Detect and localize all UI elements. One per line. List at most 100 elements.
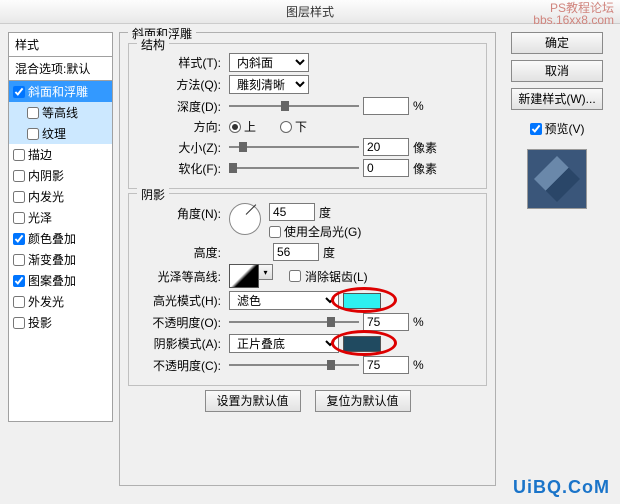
altitude-label: 高度: — [137, 244, 225, 261]
style-pattern-overlay[interactable]: 图案叠加 — [9, 270, 112, 291]
style-select[interactable]: 内斜面 — [229, 53, 309, 72]
checkbox-color-overlay[interactable] — [13, 233, 25, 245]
set-default-button[interactable]: 设置为默认值 — [205, 390, 301, 412]
method-select[interactable]: 雕刻清晰 — [229, 75, 309, 94]
antialias-checkbox[interactable] — [289, 270, 301, 282]
dialog-body: 样式 混合选项:默认 斜面和浮雕 等高线 纹理 描边 内阴影 — [0, 24, 620, 490]
style-satin[interactable]: 光泽 — [9, 207, 112, 228]
checkbox-gradient-overlay[interactable] — [13, 254, 25, 266]
style-label: 样式(T): — [137, 54, 225, 71]
depth-label: 深度(D): — [137, 98, 225, 115]
checkbox-pattern-overlay[interactable] — [13, 275, 25, 287]
preview-checkbox[interactable] — [530, 123, 542, 135]
direction-label: 方向: — [137, 118, 225, 135]
preview-thumbnail — [527, 149, 587, 209]
style-texture[interactable]: 纹理 — [9, 123, 112, 144]
window-title: 图层样式 — [286, 3, 334, 20]
styles-header[interactable]: 样式 — [9, 33, 112, 57]
checkbox-satin[interactable] — [13, 212, 25, 224]
shading-title: 阴影 — [137, 186, 169, 203]
style-label: 图案叠加 — [28, 272, 76, 289]
checkbox-inner-glow[interactable] — [13, 191, 25, 203]
style-label: 斜面和浮雕 — [28, 83, 88, 100]
style-drop-shadow[interactable]: 投影 — [9, 312, 112, 333]
radio-icon — [229, 121, 241, 133]
blending-options-default[interactable]: 混合选项:默认 — [9, 57, 112, 81]
angle-unit: 度 — [319, 204, 331, 221]
bevel-emboss-fieldset: 斜面和浮雕 结构 样式(T): 内斜面 方法(Q): 雕刻清晰 深度(D): % — [119, 32, 496, 486]
style-gradient-overlay[interactable]: 渐变叠加 — [9, 249, 112, 270]
angle-input[interactable] — [269, 203, 315, 221]
checkbox-drop-shadow[interactable] — [13, 317, 25, 329]
shadow-opacity-input[interactable] — [363, 356, 409, 374]
highlight-opacity-slider[interactable] — [229, 315, 359, 329]
direction-down-radio[interactable]: 下 — [280, 118, 307, 135]
gloss-contour-picker[interactable] — [229, 264, 259, 288]
shadow-opacity-slider[interactable] — [229, 358, 359, 372]
style-label: 光泽 — [28, 209, 52, 226]
style-label: 纹理 — [42, 125, 66, 142]
highlight-opacity-input[interactable] — [363, 313, 409, 331]
size-slider[interactable] — [229, 140, 359, 154]
soften-slider[interactable] — [229, 161, 359, 175]
styles-list-panel: 样式 混合选项:默认 斜面和浮雕 等高线 纹理 描边 内阴影 — [8, 32, 113, 486]
angle-label: 角度(N): — [137, 203, 225, 222]
chevron-down-icon[interactable]: ▾ — [259, 264, 273, 280]
altitude-unit: 度 — [323, 244, 335, 261]
checkbox-stroke[interactable] — [13, 149, 25, 161]
use-global-light-checkbox[interactable] — [269, 226, 281, 238]
style-label: 等高线 — [42, 104, 78, 121]
radio-icon — [280, 121, 292, 133]
angle-dial[interactable] — [229, 203, 261, 235]
settings-panel: 斜面和浮雕 结构 样式(T): 内斜面 方法(Q): 雕刻清晰 深度(D): % — [119, 32, 496, 486]
soften-unit: 像素 — [413, 160, 437, 177]
checkbox-inner-shadow[interactable] — [13, 170, 25, 182]
antialias-label: 消除锯齿(L) — [305, 268, 368, 285]
style-bevel-emboss[interactable]: 斜面和浮雕 — [9, 81, 112, 102]
style-label: 投影 — [28, 314, 52, 331]
shadow-mode-label: 阴影模式(A): — [137, 335, 225, 352]
style-inner-glow[interactable]: 内发光 — [9, 186, 112, 207]
styles-box: 样式 混合选项:默认 斜面和浮雕 等高线 纹理 描边 内阴影 — [8, 32, 113, 422]
use-global-light-label: 使用全局光(G) — [284, 223, 361, 240]
highlight-opacity-label: 不透明度(O): — [137, 314, 225, 331]
size-label: 大小(Z): — [137, 139, 225, 156]
depth-slider[interactable] — [229, 99, 359, 113]
method-label: 方法(Q): — [137, 76, 225, 93]
style-label: 颜色叠加 — [28, 230, 76, 247]
cancel-button[interactable]: 取消 — [511, 60, 603, 82]
style-label: 描边 — [28, 146, 52, 163]
size-input[interactable] — [363, 138, 409, 156]
watermark-bottom: UiBQ.CoM — [513, 477, 610, 498]
direction-up-radio[interactable]: 上 — [229, 118, 256, 135]
shading-group: 阴影 角度(N): 度 使用全局光(G) — [128, 193, 487, 386]
checkbox-bevel-emboss[interactable] — [13, 86, 25, 98]
highlight-mode-select[interactable]: 滤色 — [229, 291, 339, 310]
checkbox-texture[interactable] — [27, 128, 39, 140]
structure-title: 结构 — [137, 36, 169, 53]
style-contour[interactable]: 等高线 — [9, 102, 112, 123]
right-panel: 确定 取消 新建样式(W)... 预览(V) — [502, 32, 612, 486]
shadow-opacity-unit: % — [413, 358, 424, 372]
style-label: 内发光 — [28, 188, 64, 205]
highlight-color-swatch[interactable] — [343, 293, 381, 309]
style-stroke[interactable]: 描边 — [9, 144, 112, 165]
depth-input[interactable] — [363, 97, 409, 115]
style-label: 渐变叠加 — [28, 251, 76, 268]
depth-unit: % — [413, 99, 424, 113]
style-color-overlay[interactable]: 颜色叠加 — [9, 228, 112, 249]
structure-group: 结构 样式(T): 内斜面 方法(Q): 雕刻清晰 深度(D): % 方向: — [128, 43, 487, 189]
shadow-mode-select[interactable]: 正片叠底 — [229, 334, 339, 353]
checkbox-contour[interactable] — [27, 107, 39, 119]
soften-input[interactable] — [363, 159, 409, 177]
highlight-mode-label: 高光模式(H): — [137, 292, 225, 309]
ok-button[interactable]: 确定 — [511, 32, 603, 54]
style-inner-shadow[interactable]: 内阴影 — [9, 165, 112, 186]
reset-default-button[interactable]: 复位为默认值 — [315, 390, 411, 412]
altitude-input[interactable] — [273, 243, 319, 261]
shadow-color-swatch[interactable] — [343, 336, 381, 352]
titlebar: 图层样式 PS教程论坛 bbs.16xx8.com — [0, 0, 620, 24]
checkbox-outer-glow[interactable] — [13, 296, 25, 308]
style-outer-glow[interactable]: 外发光 — [9, 291, 112, 312]
new-style-button[interactable]: 新建样式(W)... — [511, 88, 603, 110]
